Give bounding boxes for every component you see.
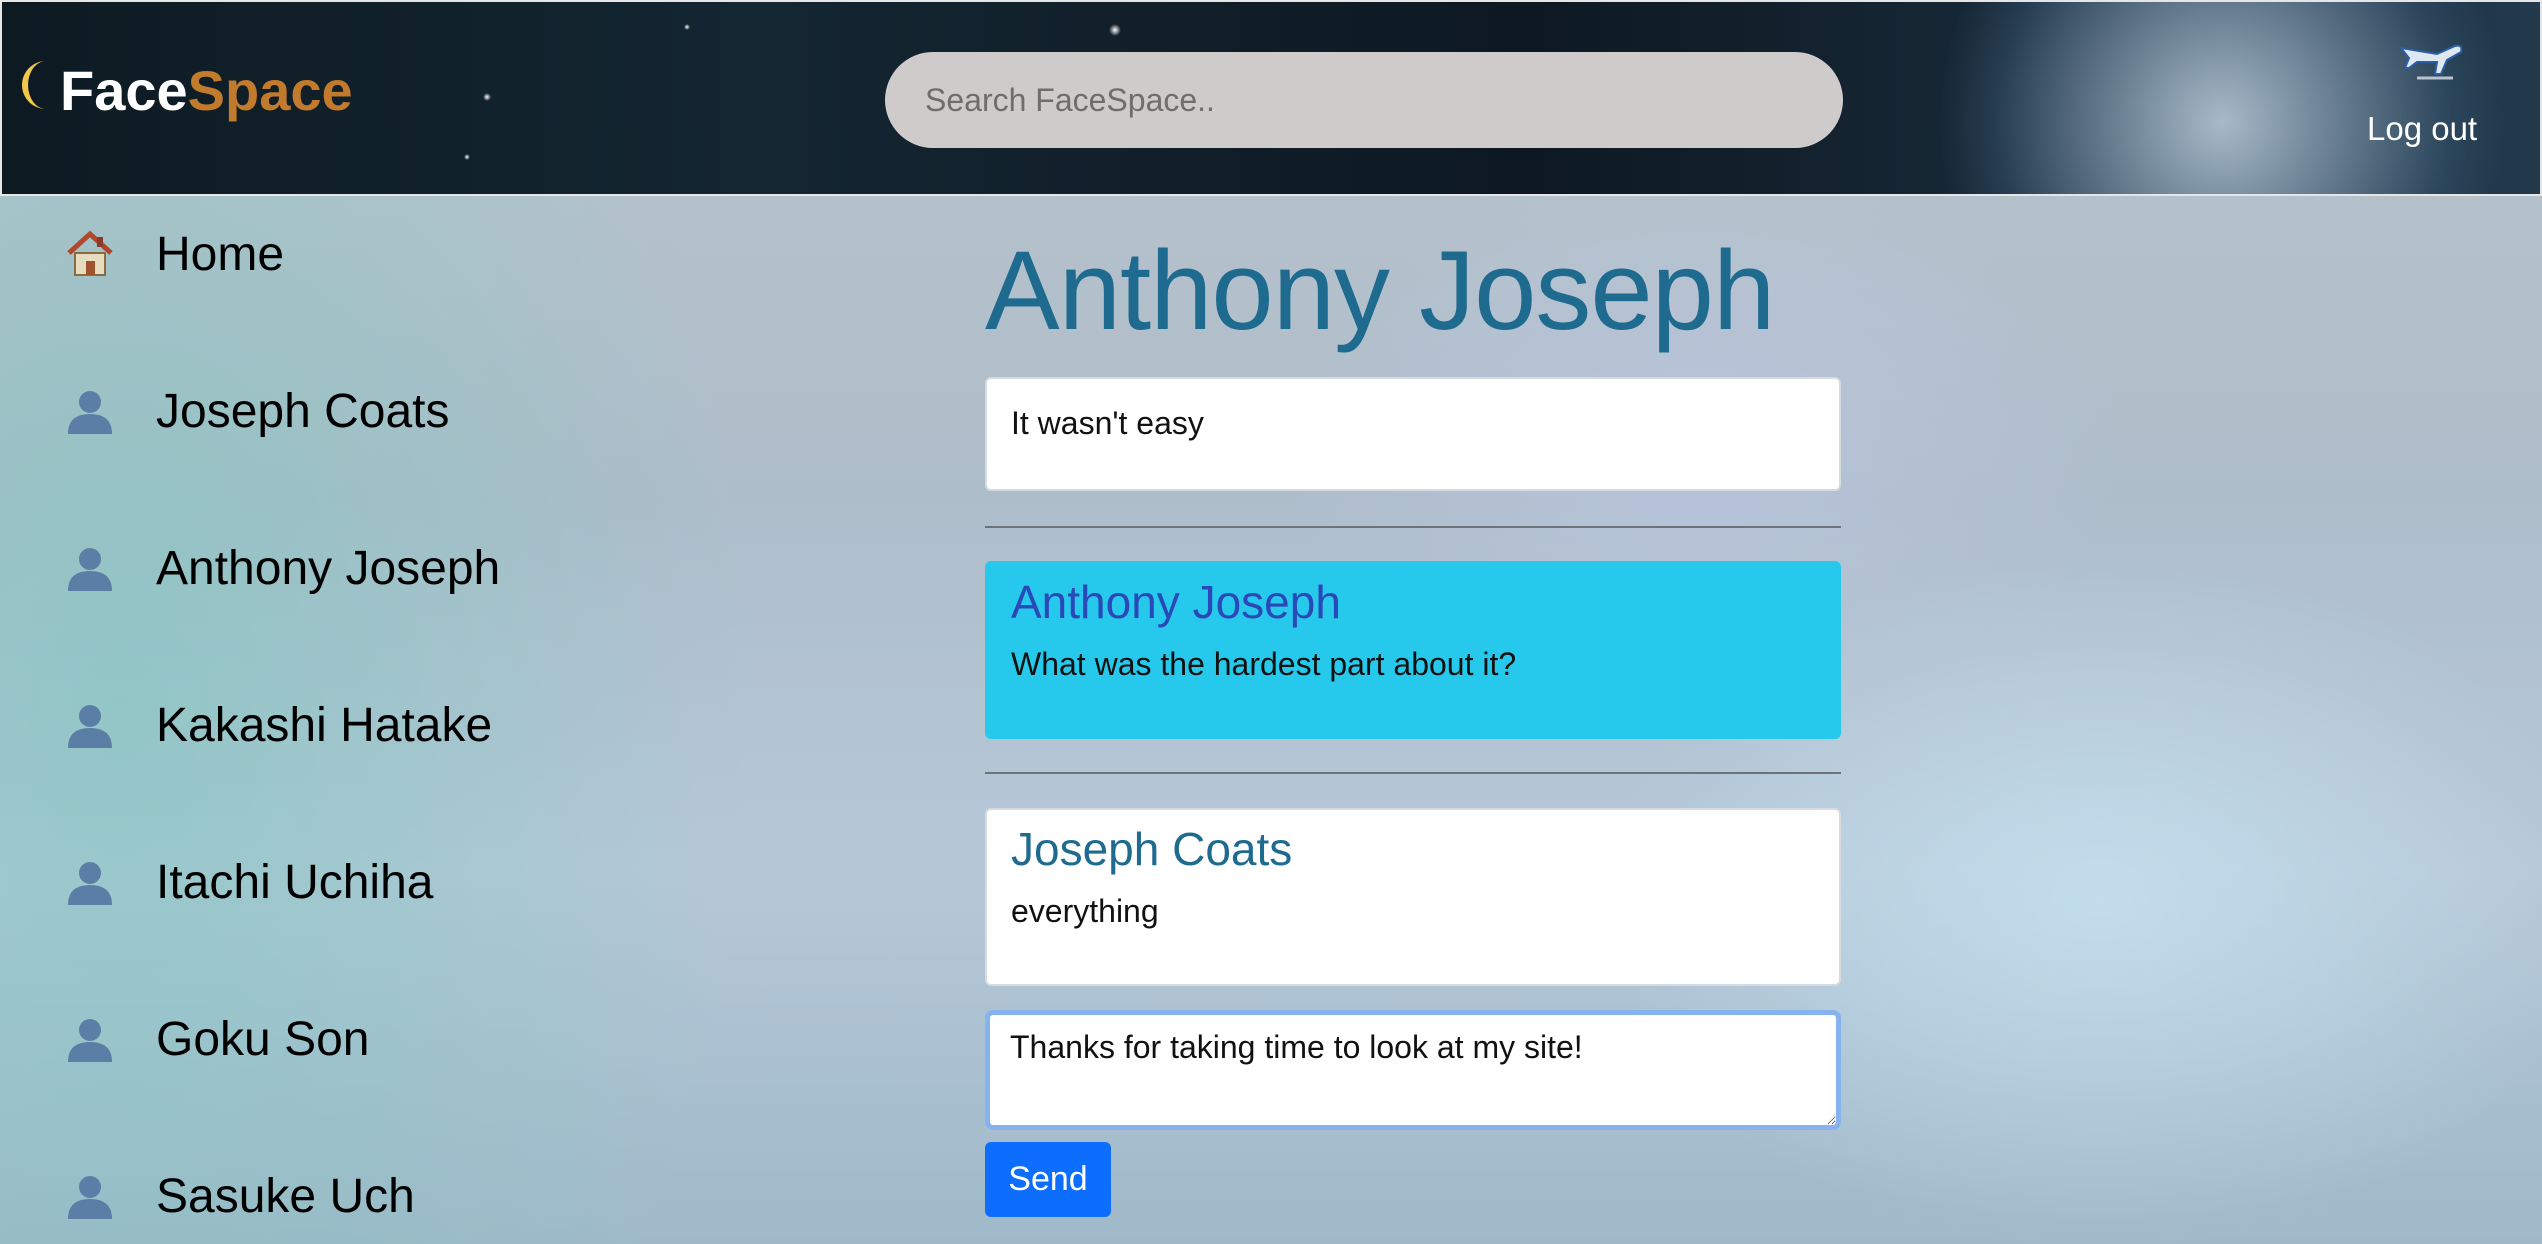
user-icon [60,695,120,755]
message-card: It wasn't easy [985,377,1841,491]
logo[interactable]: Face Space [16,58,353,123]
message-author[interactable]: Joseph Coats [1011,824,1815,875]
crescent-moon-icon [16,59,52,123]
sidebar-item-sasuke-uch[interactable]: Sasuke Uch [60,1166,415,1226]
top-header: FaceSpace Log out [0,0,2542,196]
sidebar-item-label: Itachi Uchiha [156,855,434,909]
sidebar-item-home[interactable]: Home [60,224,284,284]
logout-link[interactable]: Log out [2367,110,2477,148]
logo-text-face: Face [60,59,188,122]
send-button[interactable]: Send [985,1142,1111,1217]
reply-textarea[interactable]: Thanks for taking time to look at my sit… [985,1010,1841,1130]
message-author[interactable]: Anthony Joseph [1011,577,1815,628]
sidebar-item-itachi-uchiha[interactable]: Itachi Uchiha [60,852,433,912]
sidebar-item-label: Home [156,227,285,281]
message-text: everything [1011,892,1159,929]
house-icon [60,224,120,284]
sidebar-item-label: Goku Son [156,1012,370,1066]
airplane-icon[interactable] [2397,28,2467,84]
sidebar-item-anthony-joseph[interactable]: Anthony Joseph [60,538,500,598]
message-text: What was the hardest part about it? [1011,645,1517,682]
user-icon [60,852,120,912]
page-title: Anthony Joseph [985,228,1775,353]
user-icon [60,538,120,598]
message-divider [985,526,1841,528]
sidebar-item-goku-son[interactable]: Goku Son [60,1009,369,1069]
message-card: Joseph Coats everything [985,808,1841,986]
sidebar-item-label: Anthony Joseph [156,541,501,595]
message-card-highlighted: Anthony Joseph What was the hardest part… [985,561,1841,739]
user-icon [60,1166,120,1226]
sidebar-item-joseph-coats[interactable]: Joseph Coats [60,381,450,441]
user-icon [60,1009,120,1069]
logo-text-space: Space [187,59,353,122]
sidebar-item-kakashi-hatake[interactable]: Kakashi Hatake [60,695,492,755]
sidebar-item-label: Sasuke Uch [156,1169,415,1223]
sidebar-item-label: Joseph Coats [156,384,450,438]
search-input[interactable] [885,52,1843,148]
message-text: It wasn't easy [1011,405,1204,441]
message-divider [985,772,1841,774]
user-icon [60,381,120,441]
sidebar-item-label: Kakashi Hatake [156,698,493,752]
